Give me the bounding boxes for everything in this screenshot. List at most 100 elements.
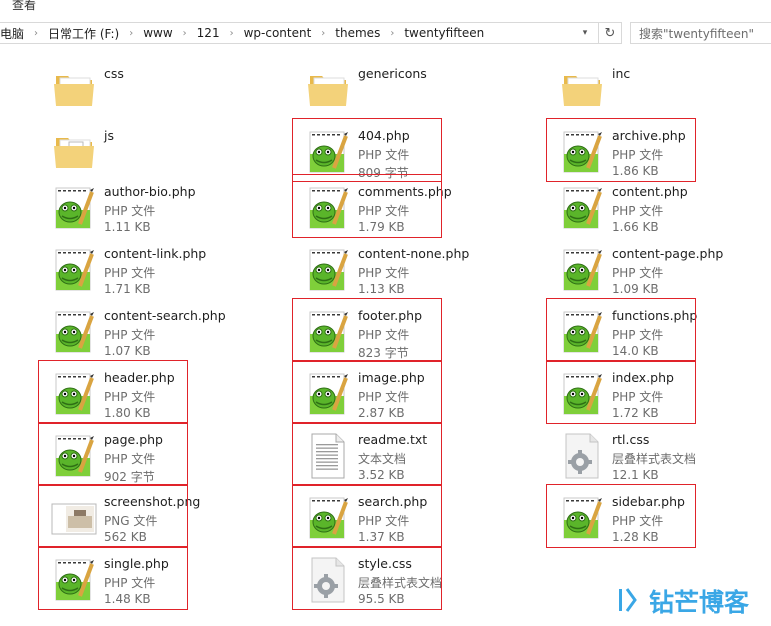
file-name: style.css — [358, 556, 412, 571]
php-file-icon — [50, 246, 98, 294]
php-file-icon — [558, 308, 606, 356]
menu-view[interactable]: 查看 — [12, 0, 36, 13]
breadcrumb-item[interactable]: www — [137, 26, 178, 40]
file-name: content-link.php — [104, 246, 207, 261]
file-size: 1.13 KB — [358, 282, 405, 296]
php-file-icon — [558, 246, 606, 294]
file-size: 3.52 KB — [358, 468, 405, 482]
breadcrumb-separator-icon[interactable]: › — [30, 28, 42, 39]
file-name: content-search.php — [104, 308, 226, 323]
file-type: PHP 文件 — [358, 328, 410, 342]
folder-icon — [50, 128, 98, 176]
file-item[interactable]: header.php PHP 文件 1.80 KB — [50, 370, 290, 426]
file-type: PHP 文件 — [104, 266, 156, 280]
breadcrumb-item[interactable]: 电脑 — [0, 25, 30, 42]
file-name: comments.php — [358, 184, 452, 199]
php-file-icon — [50, 184, 98, 232]
breadcrumb-separator-icon[interactable]: › — [386, 28, 398, 39]
breadcrumb-item[interactable]: wp-content — [238, 26, 318, 40]
file-type: PHP 文件 — [104, 576, 156, 590]
file-size: 1.72 KB — [612, 406, 659, 420]
breadcrumb-separator-icon[interactable]: › — [179, 28, 191, 39]
refresh-icon[interactable]: ↻ — [598, 23, 621, 43]
php-file-icon — [50, 432, 98, 480]
file-size: 1.86 KB — [612, 164, 659, 178]
file-name: js — [104, 128, 114, 143]
file-item[interactable]: content.php PHP 文件 1.66 KB — [558, 184, 771, 240]
file-item[interactable]: content-search.php PHP 文件 1.07 KB — [50, 308, 290, 364]
breadcrumb-item[interactable]: 日常工作 (F:) — [42, 25, 125, 42]
file-item[interactable]: rtl.css 层叠样式表文档 12.1 KB — [558, 432, 771, 488]
file-name: page.php — [104, 432, 163, 447]
address-bar[interactable]: 电脑 › 日常工作 (F:) › www › 121 › wp-content › themes › t… — [0, 22, 622, 44]
file-name: screenshot.png — [104, 494, 201, 509]
file-name: readme.txt — [358, 432, 428, 447]
file-item[interactable]: functions.php PHP 文件 14.0 KB — [558, 308, 771, 364]
folder-icon — [558, 66, 606, 114]
file-item[interactable]: inc — [558, 66, 771, 122]
file-size: 823 字节 — [358, 346, 409, 360]
file-size: 809 字节 — [358, 166, 409, 180]
file-item[interactable]: index.php PHP 文件 1.72 KB — [558, 370, 771, 426]
php-file-icon — [304, 128, 352, 176]
file-size: 902 字节 — [104, 470, 155, 484]
file-name: content-none.php — [358, 246, 470, 261]
file-name: author-bio.php — [104, 184, 196, 199]
breadcrumb: 电脑 › 日常工作 (F:) › www › 121 › wp-content › themes › t… — [0, 25, 490, 42]
file-type: PHP 文件 — [612, 266, 664, 280]
breadcrumb-item[interactable]: 121 — [191, 26, 226, 40]
file-item[interactable]: screenshot.png PNG 文件 562 KB — [50, 494, 290, 550]
file-type: PHP 文件 — [612, 204, 664, 218]
text-file-icon — [304, 432, 352, 480]
file-item[interactable]: css — [50, 66, 290, 122]
file-type: PHP 文件 — [358, 514, 410, 528]
chevron-down-icon[interactable]: ▾ — [575, 23, 595, 43]
file-type: 文本文档 — [358, 452, 407, 466]
watermark-text: 钻芒博客 — [649, 588, 749, 617]
file-item[interactable]: page.php PHP 文件 902 字节 — [50, 432, 290, 488]
menu-bar: 查看 — [0, 0, 771, 18]
file-item[interactable]: single.php PHP 文件 1.48 KB — [50, 556, 290, 612]
php-file-icon — [50, 370, 98, 418]
php-file-icon — [304, 246, 352, 294]
file-item[interactable]: content-none.php PHP 文件 1.13 KB — [304, 246, 544, 302]
file-name: sidebar.php — [612, 494, 685, 509]
file-type: PHP 文件 — [612, 148, 664, 162]
file-name: image.php — [358, 370, 425, 385]
breadcrumb-separator-icon[interactable]: › — [317, 28, 329, 39]
file-item[interactable]: archive.php PHP 文件 1.86 KB — [558, 128, 771, 184]
file-name: css — [104, 66, 124, 81]
file-item[interactable]: search.php PHP 文件 1.37 KB — [304, 494, 544, 550]
file-size: 1.71 KB — [104, 282, 151, 296]
file-item[interactable]: 404.php PHP 文件 809 字节 — [304, 128, 544, 184]
file-name: genericons — [358, 66, 427, 81]
file-item[interactable]: author-bio.php PHP 文件 1.11 KB — [50, 184, 290, 240]
breadcrumb-separator-icon[interactable]: › — [125, 28, 137, 39]
file-type: PHP 文件 — [104, 328, 156, 342]
file-size: 14.0 KB — [612, 344, 659, 358]
breadcrumb-separator-icon[interactable]: › — [226, 28, 238, 39]
file-type: PNG 文件 — [104, 514, 158, 528]
file-item[interactable]: image.php PHP 文件 2.87 KB — [304, 370, 544, 426]
file-item[interactable]: sidebar.php PHP 文件 1.28 KB — [558, 494, 771, 550]
breadcrumb-item[interactable]: twentyfifteen — [398, 26, 490, 40]
file-item[interactable]: content-page.php PHP 文件 1.09 KB — [558, 246, 771, 302]
file-item[interactable]: style.css 层叠样式表文档 95.5 KB — [304, 556, 544, 612]
php-file-icon — [50, 308, 98, 356]
file-item[interactable]: footer.php PHP 文件 823 字节 — [304, 308, 544, 364]
file-type: PHP 文件 — [104, 204, 156, 218]
breadcrumb-item[interactable]: themes — [329, 26, 386, 40]
file-item[interactable]: genericons — [304, 66, 544, 122]
file-size: 1.37 KB — [358, 530, 405, 544]
file-name: index.php — [612, 370, 674, 385]
file-item[interactable]: comments.php PHP 文件 1.79 KB — [304, 184, 544, 240]
search-input[interactable]: 搜索"twentyfifteen" — [630, 22, 771, 44]
file-name: functions.php — [612, 308, 698, 323]
file-name: inc — [612, 66, 631, 81]
file-name: footer.php — [358, 308, 423, 323]
php-file-icon — [558, 494, 606, 542]
file-name: header.php — [104, 370, 175, 385]
file-item[interactable]: readme.txt 文本文档 3.52 KB — [304, 432, 544, 488]
file-item[interactable]: content-link.php PHP 文件 1.71 KB — [50, 246, 290, 302]
file-item[interactable]: js — [50, 128, 290, 184]
